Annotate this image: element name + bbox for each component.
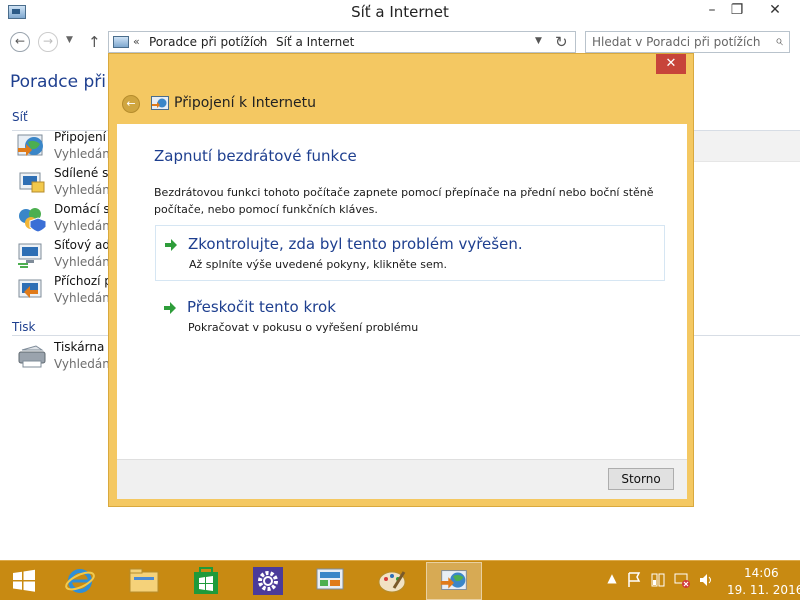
internet-explorer-icon[interactable]	[52, 562, 108, 600]
back-button[interactable]: ←	[10, 32, 30, 52]
show-hidden-icons-icon[interactable]: ▲	[604, 571, 620, 589]
troubleshooter-desc: Vyhledání	[54, 147, 114, 161]
refresh-button[interactable]: ↻	[555, 33, 568, 51]
dialog-close-button[interactable]: ✕	[656, 54, 686, 74]
dialog-heading: Zapnutí bezdrátové funkce	[154, 147, 357, 165]
troubleshooter-desc: Vyhledání	[54, 357, 114, 371]
search-input[interactable]: Hledat v Poradci při potížích ⌕	[585, 31, 790, 53]
skip-step-option[interactable]: Přeskočit tento krok Pokračovat v pokusu…	[155, 289, 665, 345]
network-adapter-icon	[18, 243, 42, 268]
window-title: Síť a Internet	[351, 3, 449, 21]
forward-button[interactable]: →	[38, 32, 58, 52]
option-subtitle: Pokračovat v pokusu o vyřešení problému	[188, 321, 419, 334]
cancel-button[interactable]: Storno	[608, 468, 674, 490]
settings-gear-icon[interactable]	[240, 562, 296, 600]
group-header-printing: Tisk	[12, 320, 36, 334]
troubleshooter-shared-folders[interactable]: Sdílené slo Vyhledání	[16, 166, 119, 202]
internet-globe-icon	[17, 134, 43, 156]
homegroup-icon	[19, 208, 47, 233]
troubleshooter-desc: Vyhledání	[54, 255, 114, 269]
volume-icon[interactable]	[698, 571, 714, 589]
internet-connections-dialog: ✕ ← Připojení k Internetu Zapnutí bezdrá…	[108, 53, 694, 507]
green-arrow-icon	[164, 302, 176, 314]
address-dropdown-button[interactable]: ▼	[535, 36, 542, 46]
check-problem-resolved-option[interactable]: Zkontrolujte, zda byl tento problém vyře…	[155, 225, 665, 281]
navigation-bar: ← → ▼ ↑ « Poradce při potížích › Síť a I…	[0, 28, 800, 56]
file-explorer-icon[interactable]	[116, 562, 172, 600]
breadcrumb-separator[interactable]: ›	[257, 35, 262, 49]
control-panel-icon[interactable]	[302, 562, 358, 600]
troubleshooter-printer[interactable]: Tiskárna Vyhledání	[16, 340, 116, 376]
option-subtitle: Až splníte výše uvedené pokyny, klikněte…	[189, 258, 447, 271]
search-icon[interactable]: ⌕	[775, 33, 783, 49]
troubleshooter-icon	[151, 96, 169, 110]
maximize-button[interactable]: ❐	[722, 0, 752, 22]
breadcrumb-network-internet[interactable]: Síť a Internet	[276, 35, 354, 49]
shared-folders-icon	[19, 172, 45, 193]
printer-icon	[18, 345, 46, 368]
clock-date[interactable]: 19. 11. 2016	[727, 583, 800, 597]
power-icon[interactable]	[650, 571, 666, 589]
troubleshooter-network-adapter[interactable]: Síťový ada Vyhledání	[16, 238, 117, 274]
troubleshooter-icon	[440, 570, 467, 590]
troubleshooter-internet-connections[interactable]: Připojení k Vyhledání	[16, 130, 117, 166]
search-placeholder: Hledat v Poradci při potížích	[592, 35, 761, 49]
option-title: Přeskočit tento krok	[187, 298, 336, 316]
green-arrow-icon	[165, 239, 177, 251]
recent-locations-button[interactable]: ▼	[66, 35, 73, 45]
address-bar[interactable]: « Poradce při potížích › Síť a Internet …	[108, 31, 576, 53]
address-overflow-chevron[interactable]: «	[133, 35, 140, 48]
dialog-title: Připojení k Internetu	[174, 95, 317, 111]
troubleshooter-desc: Vyhledání	[54, 183, 114, 197]
dialog-instructions: Bezdrátovou funkci tohoto počítače zapne…	[154, 186, 654, 216]
close-button[interactable]: ✕	[752, 0, 798, 22]
troubleshooter-desc: Vyhledání	[54, 291, 114, 305]
dialog-content: Zapnutí bezdrátové funkce Bezdrátovou fu…	[117, 124, 687, 460]
dialog-back-button[interactable]: ←	[122, 95, 140, 113]
clock-time[interactable]: 14:06	[744, 566, 779, 580]
active-troubleshooter-app[interactable]	[426, 562, 482, 600]
group-header-network: Síť	[12, 110, 28, 124]
selected-row-highlight	[680, 130, 800, 162]
taskbar: ▲ 14:06 19. 11. 2016	[0, 560, 800, 600]
action-center-flag-icon[interactable]	[626, 571, 642, 589]
troubleshooter-desc: Vyhledání	[54, 219, 114, 233]
incoming-connections-icon	[18, 279, 42, 298]
title-bar: Síť a Internet – ❐ ✕	[0, 0, 800, 26]
network-disconnected-icon[interactable]	[674, 571, 690, 589]
paint-icon[interactable]	[364, 562, 420, 600]
up-button[interactable]: ↑	[88, 33, 101, 51]
option-title: Zkontrolujte, zda byl tento problém vyře…	[188, 235, 523, 253]
dialog-footer: Storno	[117, 459, 687, 499]
troubleshooter-incoming-connections[interactable]: Příchozí př Vyhledání	[16, 274, 117, 310]
control-panel-icon	[113, 36, 129, 48]
troubleshooter-name: Tiskárna	[54, 340, 105, 354]
breadcrumb-troubleshooting[interactable]: Poradce při potížích	[149, 35, 267, 49]
windows-start-icon[interactable]	[0, 561, 48, 600]
store-icon[interactable]	[178, 562, 234, 600]
troubleshooter-homegroup[interactable]: Domácí sk Vyhledání	[16, 202, 117, 238]
